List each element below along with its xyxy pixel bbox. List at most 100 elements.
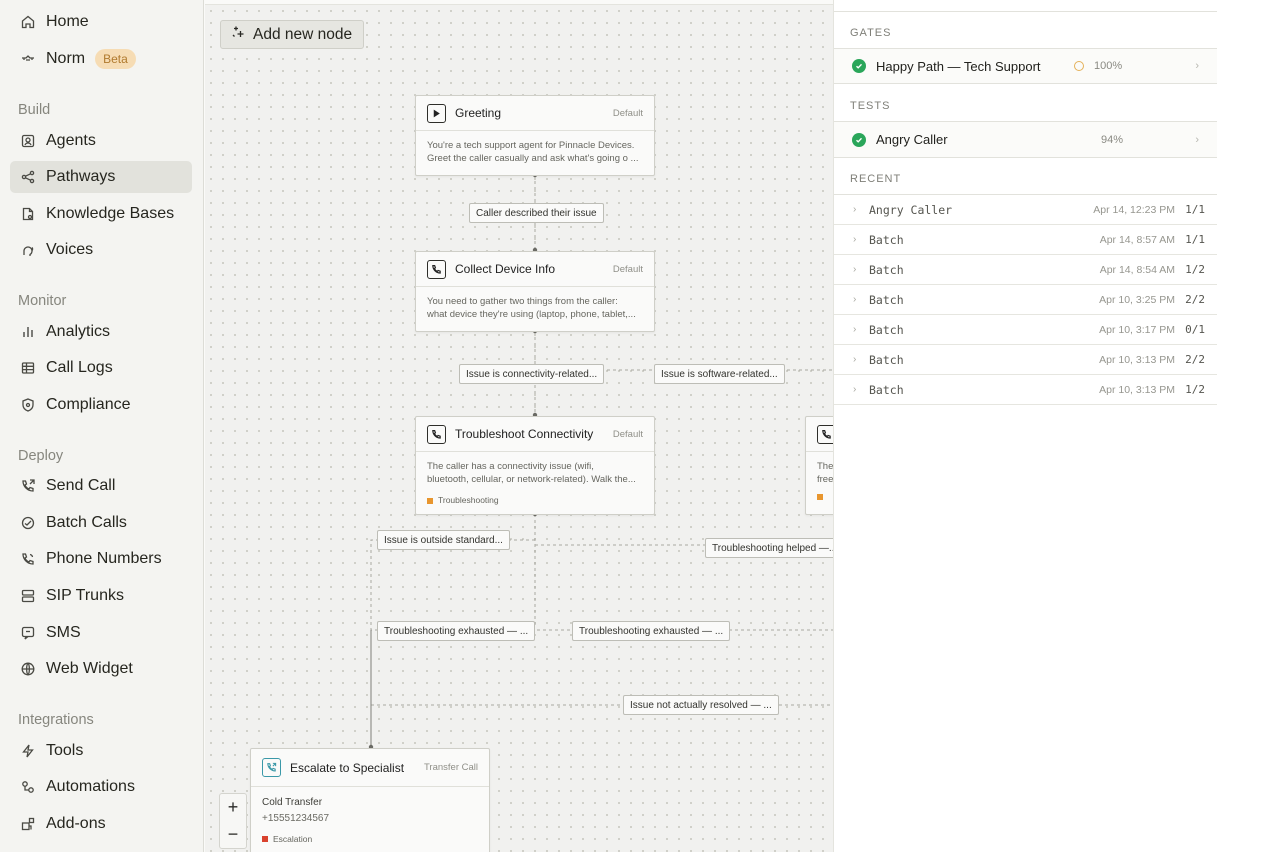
node-prompt-line: what device they're using (laptop, phone… [427,309,636,320]
message-icon [10,625,46,641]
check-circle-icon [852,132,866,147]
gate-row[interactable]: Happy Path — Tech Support 100% › [834,48,1217,84]
sidebar-item-sip-trunks[interactable]: SIP Trunks [10,580,192,612]
edge-label-software[interactable]: Issue is software-related... [654,364,785,384]
pathway-canvas[interactable]: Add new node Greeting Default You're a t… [205,4,833,852]
node-body: The free [806,452,833,508]
divider [834,11,1217,12]
sidebar-item-label: Knowledge Bases [46,205,175,222]
node-escalate-to-specialist[interactable]: Escalate to Specialist Transfer Call Col… [250,748,490,852]
run-count: 2/2 [1185,353,1205,366]
node-troubleshoot-connectivity[interactable]: Troubleshoot Connectivity Default The ca… [415,416,655,515]
sidebar-item-call-logs[interactable]: Call Logs [10,352,192,384]
chevron-right-icon: › [853,354,857,365]
shield-icon [10,397,46,413]
test-percent: 94% [1101,134,1124,146]
sidebar-item-knowledge-bases[interactable]: Knowledge Bases [10,198,192,230]
sidebar-item-sms[interactable]: SMS [10,617,192,649]
recent-run-row[interactable]: › Batch Apr 10, 3:13 PM 2/2 [834,345,1217,375]
node-prompt-line: You need to gather two things from the c… [427,296,618,307]
beta-badge: Beta [95,49,136,69]
zoom-in-button[interactable]: + [220,794,246,821]
agent-icon [10,133,46,149]
node-title: Troubleshoot Connectivity [455,427,594,441]
sidebar-item-send-call[interactable]: Send Call [10,470,192,502]
node-tag: Escalation [262,831,478,847]
node-kind: Transfer Call [423,762,478,773]
section-monitor: Monitor [18,293,67,309]
tag-color-swatch [817,494,823,500]
node-body: Cold Transfer +15551234567 Escalation [251,787,489,852]
run-date: Apr 10, 3:25 PM [1099,293,1175,306]
sidebar-item-analytics[interactable]: Analytics [10,316,192,348]
sidebar-item-label: Compliance [46,396,131,413]
chevron-right-icon: › [853,264,857,275]
recent-run-row[interactable]: › Angry Caller Apr 14, 12:23 PM 1/1 [834,195,1217,225]
recent-run-row[interactable]: › Batch Apr 10, 3:25 PM 2/2 [834,285,1217,315]
node-header: Collect Device Info Default [416,252,654,287]
transfer-type: Cold Transfer [262,797,323,808]
sidebar-item-batch-calls[interactable]: Batch Calls [10,507,192,539]
recent-run-row[interactable]: › Batch Apr 14, 8:54 AM 1/2 [834,255,1217,285]
edge-label-not-resolved[interactable]: Issue not actually resolved — ... [623,695,779,715]
sidebar-item-home[interactable]: Home [10,6,192,38]
edge-label-described[interactable]: Caller described their issue [469,203,604,223]
run-date: Apr 14, 12:23 PM [1093,203,1175,216]
sidebar-item-label: Agents [46,132,96,149]
add-new-node-label: Add new node [253,25,353,43]
node-title: Greeting [455,106,502,120]
add-new-node-button[interactable]: Add new node [220,20,365,49]
section-gates: GATES [850,27,892,39]
node-title: Collect Device Info [455,262,556,276]
edge-label-connectivity[interactable]: Issue is connectivity-related... [459,364,605,384]
batch-icon [10,515,46,531]
sidebar-item-add-ons[interactable]: Add-ons [10,808,192,840]
section-build: Build [18,102,51,118]
sidebar-item-label: Voices [46,241,94,258]
edge-label-exhausted-2[interactable]: Troubleshooting exhausted — ... [572,621,731,641]
sidebar-item-agents[interactable]: Agents [10,125,192,157]
recent-run-row[interactable]: › Batch Apr 10, 3:17 PM 0/1 [834,315,1217,345]
chevron-right-icon: › [853,324,857,335]
run-date: Apr 14, 8:57 AM [1099,233,1175,246]
node-header [806,417,833,452]
edge-label-outside-standard[interactable]: Issue is outside standard... [377,530,510,550]
lightning-icon [10,743,46,759]
zoom-controls: + − [219,793,247,849]
node-header: Troubleshoot Connectivity Default [416,417,654,452]
chevron-right-icon: › [1195,60,1199,72]
zoom-out-button[interactable]: − [220,821,246,848]
sidebar-item-compliance[interactable]: Compliance [10,389,192,421]
node-tag [817,494,833,500]
sidebar-item-norm[interactable]: Norm Beta [10,43,192,75]
run-name: Batch [869,232,904,247]
edge-label-helped[interactable]: Troubleshooting helped —... [705,538,833,558]
sidebar-item-phone-numbers[interactable]: Phone Numbers [10,543,192,575]
node-greeting[interactable]: Greeting Default You're a tech support a… [415,95,655,176]
recent-run-row[interactable]: › Batch Apr 10, 3:13 PM 1/2 [834,375,1217,405]
node-prompt-line: The [817,461,833,472]
node-collect-device-info[interactable]: Collect Device Info Default You need to … [415,251,655,332]
sidebar-item-tools[interactable]: Tools [10,735,192,767]
sidebar-item-pathways[interactable]: Pathways [10,161,192,193]
run-name: Batch [869,292,904,307]
sidebar-item-automations[interactable]: Automations [10,771,192,803]
sidebar-item-voices[interactable]: Voices [10,234,192,266]
node-software-partial[interactable]: The free [805,416,833,515]
run-name: Batch [869,322,904,337]
chevron-right-icon: › [853,204,857,215]
node-header: Greeting Default [416,96,654,131]
edge-label-exhausted-1[interactable]: Troubleshooting exhausted — ... [377,621,536,641]
recent-run-row[interactable]: › Batch Apr 14, 8:57 AM 1/1 [834,225,1217,255]
node-prompt-line: Greet the caller casually and ask what's… [427,153,639,164]
tag-color-swatch [427,497,433,504]
run-count: 1/2 [1185,263,1205,276]
sidebar-item-label: Automations [46,778,135,795]
test-row[interactable]: Angry Caller 94% › [834,121,1217,158]
node-kind: Default [612,263,643,275]
sidebar-item-web-widget[interactable]: Web Widget [10,653,192,685]
sidebar-item-label: Tools [46,742,84,759]
sidebar-item-label: Send Call [46,477,116,494]
globe-icon [10,661,46,677]
share-nodes-icon [10,169,46,185]
